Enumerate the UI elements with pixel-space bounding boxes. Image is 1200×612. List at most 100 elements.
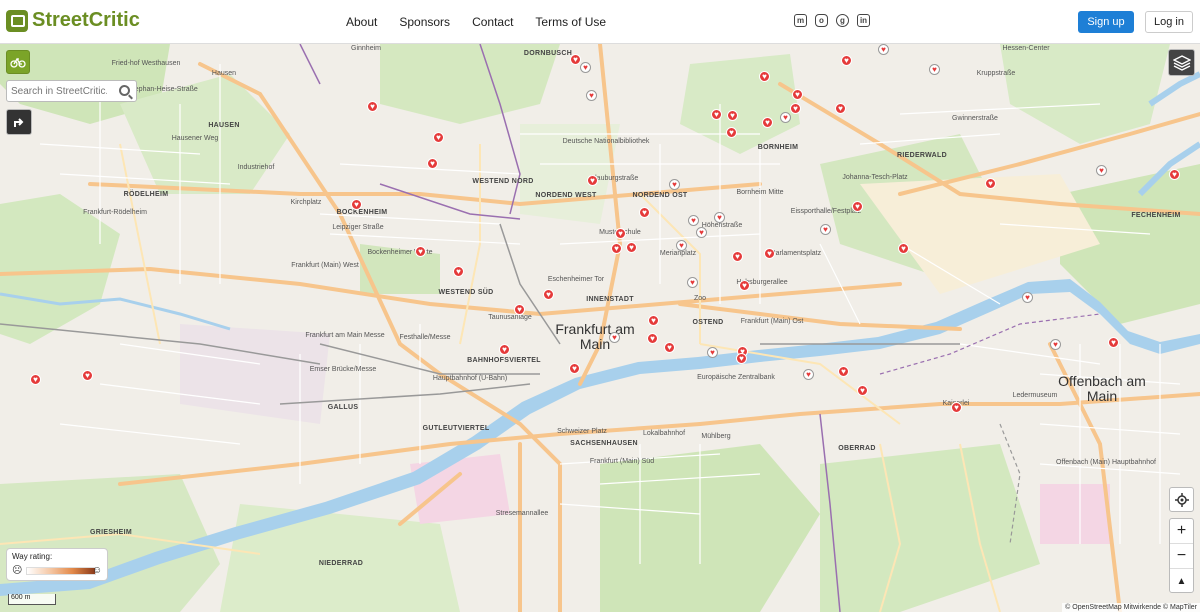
rating-pin[interactable]: ♥ xyxy=(820,224,831,237)
rating-pin[interactable]: ♥ xyxy=(898,243,909,256)
mastodon-icon[interactable]: m xyxy=(794,14,807,27)
locate-button[interactable] xyxy=(1169,487,1194,512)
bike-mode-button[interactable] xyxy=(6,50,30,74)
rating-pin[interactable]: ♥ xyxy=(82,370,93,383)
zoom-out-button[interactable]: − xyxy=(1170,544,1193,569)
rating-pin[interactable]: ♥ xyxy=(759,71,770,84)
sad-face-icon: ☹ xyxy=(12,565,23,576)
rating-pin[interactable]: ♥ xyxy=(669,179,680,192)
rating-pin[interactable]: ♥ xyxy=(1108,337,1119,350)
nav-about[interactable]: About xyxy=(346,15,377,29)
rating-pin[interactable]: ♥ xyxy=(803,369,814,382)
rating-pin[interactable]: ♥ xyxy=(739,280,750,293)
top-navbar: StreetCritic About Sponsors Contact Term… xyxy=(0,0,1200,44)
heart-icon: ♥ xyxy=(351,199,362,210)
layers-button[interactable] xyxy=(1168,49,1195,76)
instagram-icon[interactable]: o xyxy=(815,14,828,27)
rating-pin[interactable]: ♥ xyxy=(587,175,598,188)
rating-pin[interactable]: ♥ xyxy=(615,228,626,241)
rating-pin[interactable]: ♥ xyxy=(780,112,791,125)
rating-pin[interactable]: ♥ xyxy=(707,347,718,360)
rating-pin[interactable]: ♥ xyxy=(543,289,554,302)
rating-pin[interactable]: ♥ xyxy=(736,353,747,366)
heart-icon: ♥ xyxy=(1050,339,1061,350)
rating-pin[interactable]: ♥ xyxy=(929,64,940,77)
rating-pin[interactable]: ♥ xyxy=(676,240,687,253)
rating-pin[interactable]: ♥ xyxy=(639,207,650,220)
rating-pin[interactable]: ♥ xyxy=(792,89,803,102)
heart-icon: ♥ xyxy=(611,243,622,254)
search-input[interactable] xyxy=(7,81,107,102)
rating-pin[interactable]: ♥ xyxy=(609,332,620,345)
heart-icon: ♥ xyxy=(727,110,738,121)
zoom-in-button[interactable]: + xyxy=(1170,519,1193,544)
place-label: Bornheim Mitte xyxy=(736,189,784,196)
rating-pin[interactable]: ♥ xyxy=(687,277,698,290)
rating-pin[interactable]: ♥ xyxy=(514,304,525,317)
place-label: Eschenheimer Tor xyxy=(547,276,605,283)
rating-pin[interactable]: ♥ xyxy=(580,62,591,75)
rating-pin[interactable]: ♥ xyxy=(499,344,510,357)
signup-button[interactable]: Sign up xyxy=(1078,11,1134,33)
rating-pin[interactable]: ♥ xyxy=(852,201,863,214)
place-label: Hausener Weg xyxy=(171,135,219,142)
rating-pin[interactable]: ♥ xyxy=(727,110,738,123)
attribution[interactable]: © OpenStreetMap Mitwirkende © MapTiler xyxy=(1062,603,1200,612)
heart-icon: ♥ xyxy=(514,304,525,315)
rating-pin[interactable]: ♥ xyxy=(415,246,426,259)
rating-pin[interactable]: ♥ xyxy=(857,385,868,398)
heart-icon: ♥ xyxy=(367,101,378,112)
district-label: BORNHEIM xyxy=(757,144,799,151)
rating-pin[interactable]: ♥ xyxy=(648,315,659,328)
district-label: SACHSENHAUSEN xyxy=(570,440,638,447)
district-label: OBERRAD xyxy=(838,445,876,452)
rating-pin[interactable]: ♥ xyxy=(732,251,743,264)
rating-pin[interactable]: ♥ xyxy=(1096,165,1107,178)
search-icon[interactable] xyxy=(119,85,130,96)
logo[interactable]: StreetCritic xyxy=(6,9,140,32)
rating-pin[interactable]: ♥ xyxy=(427,158,438,171)
rating-pin[interactable]: ♥ xyxy=(1169,169,1180,182)
rating-pin[interactable]: ♥ xyxy=(714,212,725,225)
rating-pin[interactable]: ♥ xyxy=(985,178,996,191)
rating-pin[interactable]: ♥ xyxy=(696,227,707,240)
rating-pin[interactable]: ♥ xyxy=(764,248,775,261)
district-label: NORDEND OST xyxy=(632,192,688,199)
rating-pin[interactable]: ♥ xyxy=(351,199,362,212)
nav-sponsors[interactable]: Sponsors xyxy=(399,15,450,29)
rating-pin[interactable]: ♥ xyxy=(1050,339,1061,352)
route-button[interactable] xyxy=(6,109,32,135)
rating-pin[interactable]: ♥ xyxy=(790,103,801,116)
rating-pin[interactable]: ♥ xyxy=(611,243,622,256)
rating-pin[interactable]: ♥ xyxy=(835,103,846,116)
district-label: RIEDERWALD xyxy=(897,152,947,159)
rating-pin[interactable]: ♥ xyxy=(453,266,464,279)
rating-pin[interactable]: ♥ xyxy=(878,44,889,57)
district-label: GUTLEUTVIERTEL xyxy=(422,425,490,432)
rating-pin[interactable]: ♥ xyxy=(711,109,722,122)
map-search[interactable] xyxy=(6,80,137,102)
rating-pin[interactable]: ♥ xyxy=(841,55,852,68)
rating-pin[interactable]: ♥ xyxy=(586,90,597,103)
map-canvas[interactable]: DORNBUSCH HAUSEN RÖDELHEIM WESTEND NORD … xyxy=(0,44,1200,612)
rating-pin[interactable]: ♥ xyxy=(569,363,580,376)
logo-text: StreetCritic xyxy=(32,9,140,31)
nav-contact[interactable]: Contact xyxy=(472,15,513,29)
compass-icon[interactable]: ▲ xyxy=(1170,569,1193,594)
login-button[interactable]: Log in xyxy=(1145,11,1193,33)
rating-pin[interactable]: ♥ xyxy=(367,101,378,114)
rating-pin[interactable]: ♥ xyxy=(30,374,41,387)
rating-pin[interactable]: ♥ xyxy=(626,242,637,255)
nav-terms[interactable]: Terms of Use xyxy=(535,15,606,29)
rating-pin[interactable]: ♥ xyxy=(664,342,675,355)
rating-pin[interactable]: ♥ xyxy=(726,127,737,140)
rating-pin[interactable]: ♥ xyxy=(951,402,962,415)
linkedin-icon[interactable]: in xyxy=(857,14,870,27)
rating-pin[interactable]: ♥ xyxy=(433,132,444,145)
rating-pin[interactable]: ♥ xyxy=(1022,292,1033,305)
heart-icon: ♥ xyxy=(951,402,962,413)
github-icon[interactable]: g xyxy=(836,14,849,27)
rating-pin[interactable]: ♥ xyxy=(647,333,658,346)
rating-pin[interactable]: ♥ xyxy=(762,117,773,130)
rating-pin[interactable]: ♥ xyxy=(838,366,849,379)
